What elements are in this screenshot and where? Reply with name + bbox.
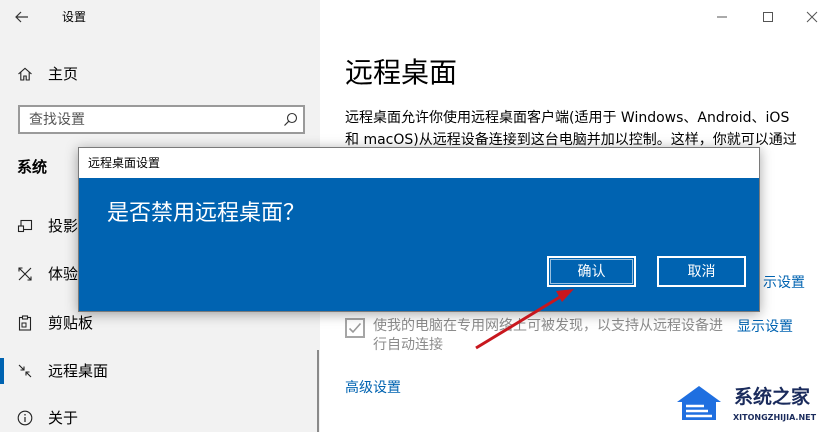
sidebar-item-about[interactable]: 关于 [0, 394, 316, 432]
confirm-button[interactable]: 确认 [547, 256, 636, 287]
dialog-title: 远程桌面设置 [88, 156, 161, 170]
discoverable-checkbox[interactable] [345, 318, 365, 338]
watermark-url: XITONGZHIJIA.NET [733, 413, 817, 422]
sidebar-item-label: 体验 [48, 265, 79, 283]
checkmark-icon [348, 322, 362, 334]
sidebar-item-home[interactable]: 主页 [0, 50, 316, 98]
description-line: 远程桌面允许你使用远程桌面客户端(适用于 Windows、Android、iOS [345, 110, 790, 126]
dialog-titlebar: 远程桌面设置 [79, 148, 759, 178]
show-settings-link[interactable]: 显示设置 [737, 318, 793, 337]
discoverable-label-line: 行自动连接 [373, 337, 443, 353]
back-arrow-icon[interactable] [14, 9, 30, 25]
maximize-icon[interactable] [762, 11, 774, 23]
sidebar-item-label: 剪贴板 [48, 314, 94, 332]
watermark-name: 系统之家 [734, 386, 811, 408]
share-icon [18, 267, 32, 281]
minimize-icon[interactable] [716, 11, 728, 23]
discoverable-label-line: 使我的电脑在专用网络上可被发现，以支持从远程设备进 [373, 318, 723, 334]
sidebar-item-label: 关于 [48, 409, 79, 427]
dialog-question: 是否禁用远程桌面？ [107, 201, 306, 226]
projector-icon [17, 219, 33, 233]
page-title: 远程桌面 [345, 56, 458, 89]
info-icon [17, 410, 33, 426]
cancel-button[interactable]: 取消 [657, 256, 746, 287]
clipboard-icon [18, 315, 32, 331]
section-title: 系统 [17, 158, 48, 176]
search-icon[interactable] [283, 112, 298, 127]
home-icon [18, 67, 32, 81]
window-title: 设置 [62, 10, 87, 24]
sidebar-scrollbar[interactable] [317, 350, 319, 432]
remote-desktop-dialog: 远程桌面设置 是否禁用远程桌面？ 确认 取消 [78, 147, 760, 312]
sidebar-item-label: 主页 [48, 65, 79, 83]
remote-desktop-icon [18, 364, 32, 378]
show-settings-link-partial[interactable]: 示设置 [763, 274, 805, 293]
selected-indicator [0, 358, 4, 384]
sidebar-item-label: 投影 [48, 217, 79, 235]
sidebar-item-label: 远程桌面 [48, 362, 109, 380]
sidebar-item-remote-desktop[interactable]: 远程桌面 [0, 347, 316, 395]
advanced-settings-link[interactable]: 高级设置 [345, 379, 401, 398]
watermark-logo-icon [677, 386, 721, 420]
search-input[interactable] [18, 105, 305, 134]
close-icon[interactable] [806, 11, 818, 23]
